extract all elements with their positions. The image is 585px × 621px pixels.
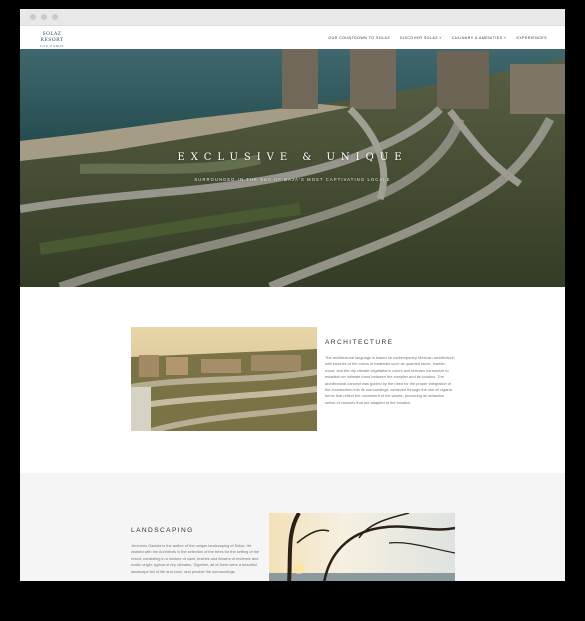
landscaping-title: LANDSCAPING [131, 527, 194, 534]
architecture-content: ARCHITECTURE The architectural language … [325, 339, 455, 406]
site-header: SOLAZ RESORT LOS CABOS OUR COUNTDOWN TO … [20, 26, 565, 51]
hero-banner: EXCLUSIVE & UNIQUE SURROUNDED IN THE SEA… [20, 49, 565, 287]
hero-aerial-image [20, 49, 565, 287]
nav-item-discover[interactable]: DISCOVER SOLAZ ˅ [400, 36, 442, 40]
window-dot-icon[interactable] [52, 14, 58, 20]
hero-title: EXCLUSIVE & UNIQUE [177, 152, 408, 163]
hero-subtitle: SURROUNDED IN THE SEA OF BAJA'S MOST CAP… [194, 177, 391, 182]
browser-window: SOLAZ RESORT LOS CABOS OUR COUNTDOWN TO … [20, 9, 565, 581]
window-dot-icon[interactable] [30, 14, 36, 20]
nav-item-experiences[interactable]: EXPERIENCES [516, 36, 547, 40]
main-nav: OUR COUNTDOWN TO SOLAZ DISCOVER SOLAZ ˅ … [328, 36, 547, 40]
landscaping-content: LANDSCAPING Jerónimo Gaxiola is the auth… [131, 527, 261, 575]
architecture-image [131, 327, 317, 431]
nav-item-countdown[interactable]: OUR COUNTDOWN TO SOLAZ [328, 36, 390, 40]
logo-title: SOLAZ RESORT [40, 32, 64, 43]
landscaping-image [269, 513, 455, 581]
nav-item-culinary[interactable]: CULINARY & AMENITIES ˅ [452, 36, 507, 40]
landscaping-section: LANDSCAPING Jerónimo Gaxiola is the auth… [20, 473, 565, 581]
browser-chrome [20, 9, 565, 26]
architecture-section: ARCHITECTURE The architectural language … [20, 287, 565, 473]
logo[interactable]: SOLAZ RESORT LOS CABOS [32, 32, 72, 48]
landscaping-body: Jerónimo Gaxiola is the author of the un… [131, 543, 260, 574]
architecture-title: ARCHITECTURE [325, 339, 394, 346]
architecture-body: The architectural language is based on c… [325, 355, 455, 405]
logo-subtitle: LOS CABOS [39, 44, 65, 48]
window-dot-icon[interactable] [41, 14, 47, 20]
